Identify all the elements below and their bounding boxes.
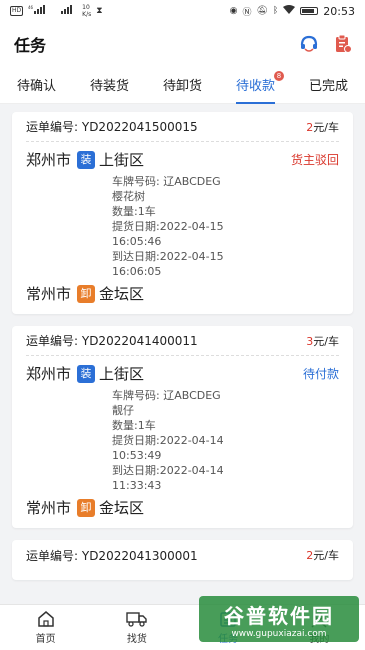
page-title: 任务 (14, 36, 47, 55)
tab-pending-payment[interactable]: 待收款 8 (232, 66, 284, 104)
signal-2-icon (55, 5, 77, 17)
origin-district: 上街区 (99, 151, 145, 169)
order-price: 2元/车 (306, 547, 339, 563)
destination-district: 金坛区 (99, 285, 145, 303)
driver-name: 靓仔 (112, 404, 134, 417)
tab-completed[interactable]: 已完成 (305, 66, 352, 104)
customer-service-icon[interactable] (299, 34, 319, 54)
tab-label: 已完成 (308, 79, 348, 94)
eye-icon: ◉ (229, 6, 238, 16)
app-bar: 任务 (0, 22, 365, 66)
order-card[interactable]: 运单编号: YD2022041500015 2元/车 郑州市 装 上街区 货主驳… (12, 112, 353, 314)
hourglass-icon: ⧗ (96, 6, 103, 16)
signal-icon: 46 (28, 5, 50, 17)
home-icon (37, 611, 54, 627)
battery-icon (300, 7, 319, 15)
nav-label: 首页 (35, 634, 56, 645)
destination-district: 金坛区 (99, 499, 145, 517)
site-watermark: 谷普软件园 www.gupuxiazai.com (199, 596, 359, 642)
watermark-title: 谷普软件园 (224, 603, 334, 628)
order-list: 运单编号: YD2022041500015 2元/车 郑州市 装 上街区 货主驳… (0, 104, 365, 580)
nav-home[interactable]: 首页 (16, 605, 76, 650)
arrive-date: 到达日期:2022-04-14 (112, 464, 224, 477)
unload-badge: 卸 (77, 284, 96, 303)
tab-count-badge: 8 (274, 70, 284, 81)
destination-city: 常州市 (26, 499, 72, 517)
arrive-time: 16:06:05 (112, 265, 162, 278)
nfc-icon: Ⓝ (242, 7, 252, 18)
driver-name: 樱花树 (112, 190, 145, 203)
order-status: 待付款 (302, 367, 339, 381)
mute-icon: 🔕︎ (256, 6, 268, 16)
load-badge: 装 (77, 364, 96, 383)
plate-number: 车牌号码: 辽ABCDEG (112, 175, 221, 188)
quantity: 数量:1车 (112, 205, 156, 218)
bluetooth-icon: ᛒ (272, 6, 279, 16)
order-price: 2元/车 (306, 119, 339, 135)
tab-label: 待卸货 (162, 79, 202, 94)
order-number: 运单编号: YD2022041300001 (26, 548, 198, 563)
pickup-time: 16:05:46 (112, 235, 162, 248)
pickup-time: 10:53:49 (112, 449, 162, 462)
quantity: 数量:1车 (112, 419, 156, 432)
load-badge: 装 (77, 150, 96, 169)
nav-find-goods[interactable]: 找货 (107, 605, 167, 650)
clock: 20:53 (323, 4, 355, 18)
status-bar: HD 46 10 K/s ⧗ ◉ Ⓝ 🔕︎ ᛒ 20:53 (0, 0, 365, 22)
plate-number: 车牌号码: 辽ABCDEG (112, 389, 221, 402)
origin-city: 郑州市 (26, 151, 72, 169)
order-details: 车牌号码: 辽ABCDEG 靓仔 数量:1车 提货日期:2022-04-14 1… (112, 388, 339, 493)
order-number: 运单编号: YD2022041500015 (26, 120, 198, 134)
order-price: 3元/车 (306, 333, 339, 349)
wifi-icon (283, 5, 296, 17)
price-unit: 元/车 (313, 334, 339, 348)
tab-pending-confirm[interactable]: 待确认 (13, 66, 60, 104)
price-unit: 元/车 (313, 120, 339, 134)
destination-city: 常州市 (26, 285, 72, 303)
tab-pending-load[interactable]: 待装货 (86, 66, 133, 104)
status-tabs: 待确认 待装货 待卸货 待收款 8 已完成 (0, 66, 365, 104)
arrive-date: 到达日期:2022-04-15 (112, 250, 224, 263)
hd-indicator: HD (10, 6, 24, 16)
order-card[interactable]: 运单编号: YD2022041300001 2元/车 (12, 540, 353, 580)
origin-district: 上街区 (99, 365, 145, 383)
tab-pending-unload[interactable]: 待卸货 (159, 66, 206, 104)
order-status: 货主驳回 (290, 153, 339, 167)
pickup-date: 提货日期:2022-04-15 (112, 220, 224, 233)
order-number: 运单编号: YD2022041400011 (26, 334, 198, 348)
svg-text:46: 46 (28, 5, 34, 10)
net-speed: 10 K/s (82, 4, 92, 18)
unload-badge: 卸 (77, 498, 96, 517)
price-unit: 元/车 (313, 549, 339, 562)
arrive-time: 11:33:43 (112, 479, 162, 492)
tab-label: 待装货 (89, 79, 129, 94)
origin-city: 郑州市 (26, 365, 72, 383)
tab-label: 待确认 (16, 79, 56, 94)
watermark-url: www.gupuxiazai.com (231, 628, 327, 639)
order-card[interactable]: 运单编号: YD2022041400011 3元/车 郑州市 装 上街区 待付款… (12, 326, 353, 528)
clipboard-icon[interactable] (333, 34, 353, 54)
tab-label: 待收款 (235, 79, 275, 94)
order-details: 车牌号码: 辽ABCDEG 樱花树 数量:1车 提货日期:2022-04-15 … (112, 174, 339, 279)
pickup-date: 提货日期:2022-04-14 (112, 434, 224, 447)
nav-label: 找货 (126, 634, 147, 645)
truck-icon (126, 612, 147, 627)
